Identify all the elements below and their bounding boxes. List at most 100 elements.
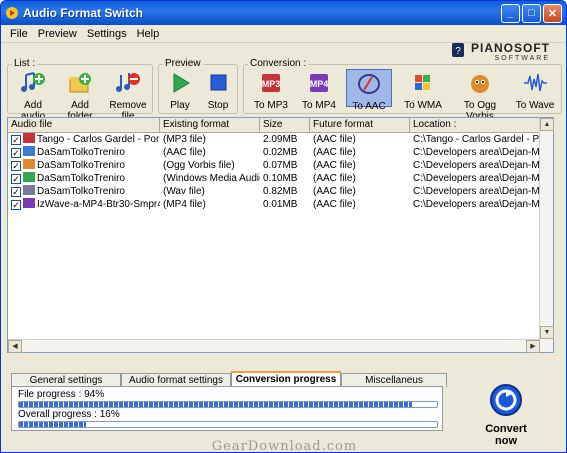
to-mp4-button[interactable]: MP4 To MP4 bbox=[298, 71, 340, 111]
to-ogg-button[interactable]: To Ogg Vorbis bbox=[450, 71, 510, 122]
table-cell: 0.01MB bbox=[260, 198, 310, 211]
to-wma-button[interactable]: To WMA bbox=[400, 71, 446, 111]
cell-text: (AAC file) bbox=[313, 186, 356, 197]
row-checkbox[interactable]: ✓ bbox=[11, 135, 21, 145]
convert-now-button[interactable]: Convert now bbox=[473, 383, 539, 447]
col-future-format[interactable]: Future format bbox=[310, 118, 410, 132]
list-rows: ✓ Tango - Carlos Gardel - Por Un...(MP3 f… bbox=[8, 133, 553, 211]
toolbar: List : Add audio Add folder Remove file … bbox=[7, 58, 562, 122]
horizontal-scrollbar[interactable]: ◀ ▶ bbox=[8, 339, 540, 353]
table-row[interactable]: ✓ Tango - Carlos Gardel - Por Un...(MP3 f… bbox=[8, 133, 553, 146]
col-location[interactable]: Location : bbox=[410, 118, 541, 132]
scroll-right-icon[interactable]: ▶ bbox=[526, 340, 540, 353]
scroll-down-icon[interactable]: ▼ bbox=[540, 326, 554, 339]
table-cell: (AAC file) bbox=[310, 172, 410, 185]
to-wma-label: To WMA bbox=[404, 100, 442, 111]
cell-text: DaSamTolkoTreniro bbox=[37, 160, 125, 171]
menu-settings[interactable]: Settings bbox=[82, 28, 132, 40]
add-audio-button[interactable]: Add audio bbox=[11, 71, 55, 122]
to-wave-label: To Wave bbox=[515, 100, 555, 111]
maximize-button[interactable]: □ bbox=[522, 3, 541, 23]
to-mp3-button[interactable]: MP3 To MP3 bbox=[250, 71, 292, 111]
table-cell: 0.07MB bbox=[260, 159, 310, 172]
watermark: GearDownload.com bbox=[211, 439, 358, 453]
cell-text: (Wav file) bbox=[163, 186, 205, 197]
aac-icon bbox=[358, 74, 380, 94]
table-cell: (AAC file) bbox=[160, 146, 260, 159]
title-bar[interactable]: Audio Format Switch _ □ ✕ bbox=[1, 1, 566, 25]
preview-group-title: Preview bbox=[163, 58, 203, 69]
cell-text: DaSamTolkoTreniro bbox=[37, 186, 125, 197]
audio-file-list[interactable]: Audio file Existing format Size Future f… bbox=[7, 117, 554, 353]
mp3-icon: MP3 bbox=[262, 74, 280, 92]
table-row[interactable]: ✓ IzWave-a-MP4-Btr30-Smpr441...(MP4 file)… bbox=[8, 198, 553, 211]
to-mp3-label: To MP3 bbox=[254, 100, 288, 111]
menu-help[interactable]: Help bbox=[132, 28, 165, 40]
table-cell: (MP3 file) bbox=[160, 133, 260, 146]
cell-text: IzWave-a-MP4-Btr30-Smpr441... bbox=[37, 199, 160, 210]
play-button[interactable]: Play bbox=[163, 71, 197, 111]
file-type-icon bbox=[23, 198, 35, 208]
close-button[interactable]: ✕ bbox=[543, 3, 562, 23]
table-row[interactable]: ✓ DaSamTolkoTreniro (Windows Media Audio) 0… bbox=[8, 172, 553, 185]
col-size[interactable]: Size bbox=[260, 118, 310, 132]
table-cell: C:\Developers area\Dejan-Mobile\RingC bbox=[410, 146, 541, 159]
mp4-icon: MP4 bbox=[310, 74, 328, 92]
app-icon bbox=[6, 7, 18, 19]
table-cell: (AAC file) bbox=[310, 185, 410, 198]
to-aac-label: To AAC bbox=[352, 101, 386, 112]
table-cell: (AAC file) bbox=[310, 198, 410, 211]
tab-audio-format-settings[interactable]: Audio format settings bbox=[121, 373, 231, 387]
col-audio-file[interactable]: Audio file bbox=[8, 118, 160, 132]
table-cell: ✓ Tango - Carlos Gardel - Por Un... bbox=[8, 133, 160, 146]
list-header: Audio file Existing format Size Future f… bbox=[8, 118, 553, 133]
table-row[interactable]: ✓ DaSamTolkoTreniro (Wav file) 0.82MB (AAC f… bbox=[8, 185, 553, 198]
menu-preview[interactable]: Preview bbox=[33, 28, 82, 40]
ogg-vorbis-icon bbox=[471, 75, 489, 93]
app-window: Audio Format Switch _ □ ✕ File Preview S… bbox=[0, 0, 567, 453]
cell-text: 0.10MB bbox=[263, 173, 298, 184]
scroll-left-icon[interactable]: ◀ bbox=[8, 340, 22, 353]
row-checkbox[interactable]: ✓ bbox=[11, 187, 21, 197]
add-folder-icon bbox=[69, 73, 91, 93]
row-checkbox[interactable]: ✓ bbox=[11, 148, 21, 158]
file-progress-fill bbox=[19, 402, 412, 407]
table-cell: ✓ IzWave-a-MP4-Btr30-Smpr441... bbox=[8, 198, 160, 211]
vertical-scrollbar[interactable]: ▲ ▼ bbox=[539, 118, 554, 352]
cell-text: (AAC file) bbox=[313, 160, 356, 171]
add-folder-button[interactable]: Add folder bbox=[58, 71, 102, 122]
conversion-progress-panel: File progress : 94% Overall progress : 1… bbox=[11, 386, 443, 431]
tab-miscellaneus[interactable]: Miscellaneus bbox=[341, 373, 447, 387]
cell-text: (AAC file) bbox=[313, 173, 356, 184]
table-cell: 0.10MB bbox=[260, 172, 310, 185]
logo-sub: SOFTWARE bbox=[494, 55, 550, 62]
col-existing-format[interactable]: Existing format bbox=[160, 118, 260, 132]
cell-text: Tango - Carlos Gardel - Por Un... bbox=[37, 134, 160, 145]
to-aac-button[interactable]: To AAC bbox=[346, 69, 392, 112]
tab-general-settings[interactable]: General settings bbox=[11, 373, 121, 387]
row-checkbox[interactable]: ✓ bbox=[11, 200, 21, 210]
cell-text: (AAC file) bbox=[313, 147, 356, 158]
cell-text: (MP3 file) bbox=[163, 134, 206, 145]
minimize-button[interactable]: _ bbox=[501, 3, 520, 23]
cell-text: 0.02MB bbox=[263, 147, 298, 158]
cell-text: DaSamTolkoTreniro bbox=[37, 173, 125, 184]
cell-text: 2.09MB bbox=[263, 134, 298, 145]
menu-file[interactable]: File bbox=[5, 28, 33, 40]
file-type-icon bbox=[23, 185, 35, 195]
scroll-up-icon[interactable]: ▲ bbox=[540, 118, 554, 131]
row-checkbox[interactable]: ✓ bbox=[11, 174, 21, 184]
row-checkbox[interactable]: ✓ bbox=[11, 161, 21, 171]
play-icon bbox=[173, 73, 190, 93]
play-label: Play bbox=[170, 100, 190, 111]
remove-file-button[interactable]: Remove file bbox=[105, 71, 151, 122]
stop-button[interactable]: Stop bbox=[201, 71, 235, 111]
to-wave-button[interactable]: To Wave bbox=[514, 71, 556, 111]
file-type-icon bbox=[23, 146, 35, 156]
stop-icon bbox=[210, 74, 227, 91]
table-cell: ✓ DaSamTolkoTreniro bbox=[8, 172, 160, 185]
cell-text: (Windows Media Audio) bbox=[163, 173, 260, 184]
table-cell: (Windows Media Audio) bbox=[160, 172, 260, 185]
table-row[interactable]: ✓ DaSamTolkoTreniro (AAC file) 0.02MB (AAC f… bbox=[8, 146, 553, 159]
table-row[interactable]: ✓ DaSamTolkoTreniro (Ogg Vorbis file) 0.07M… bbox=[8, 159, 553, 172]
